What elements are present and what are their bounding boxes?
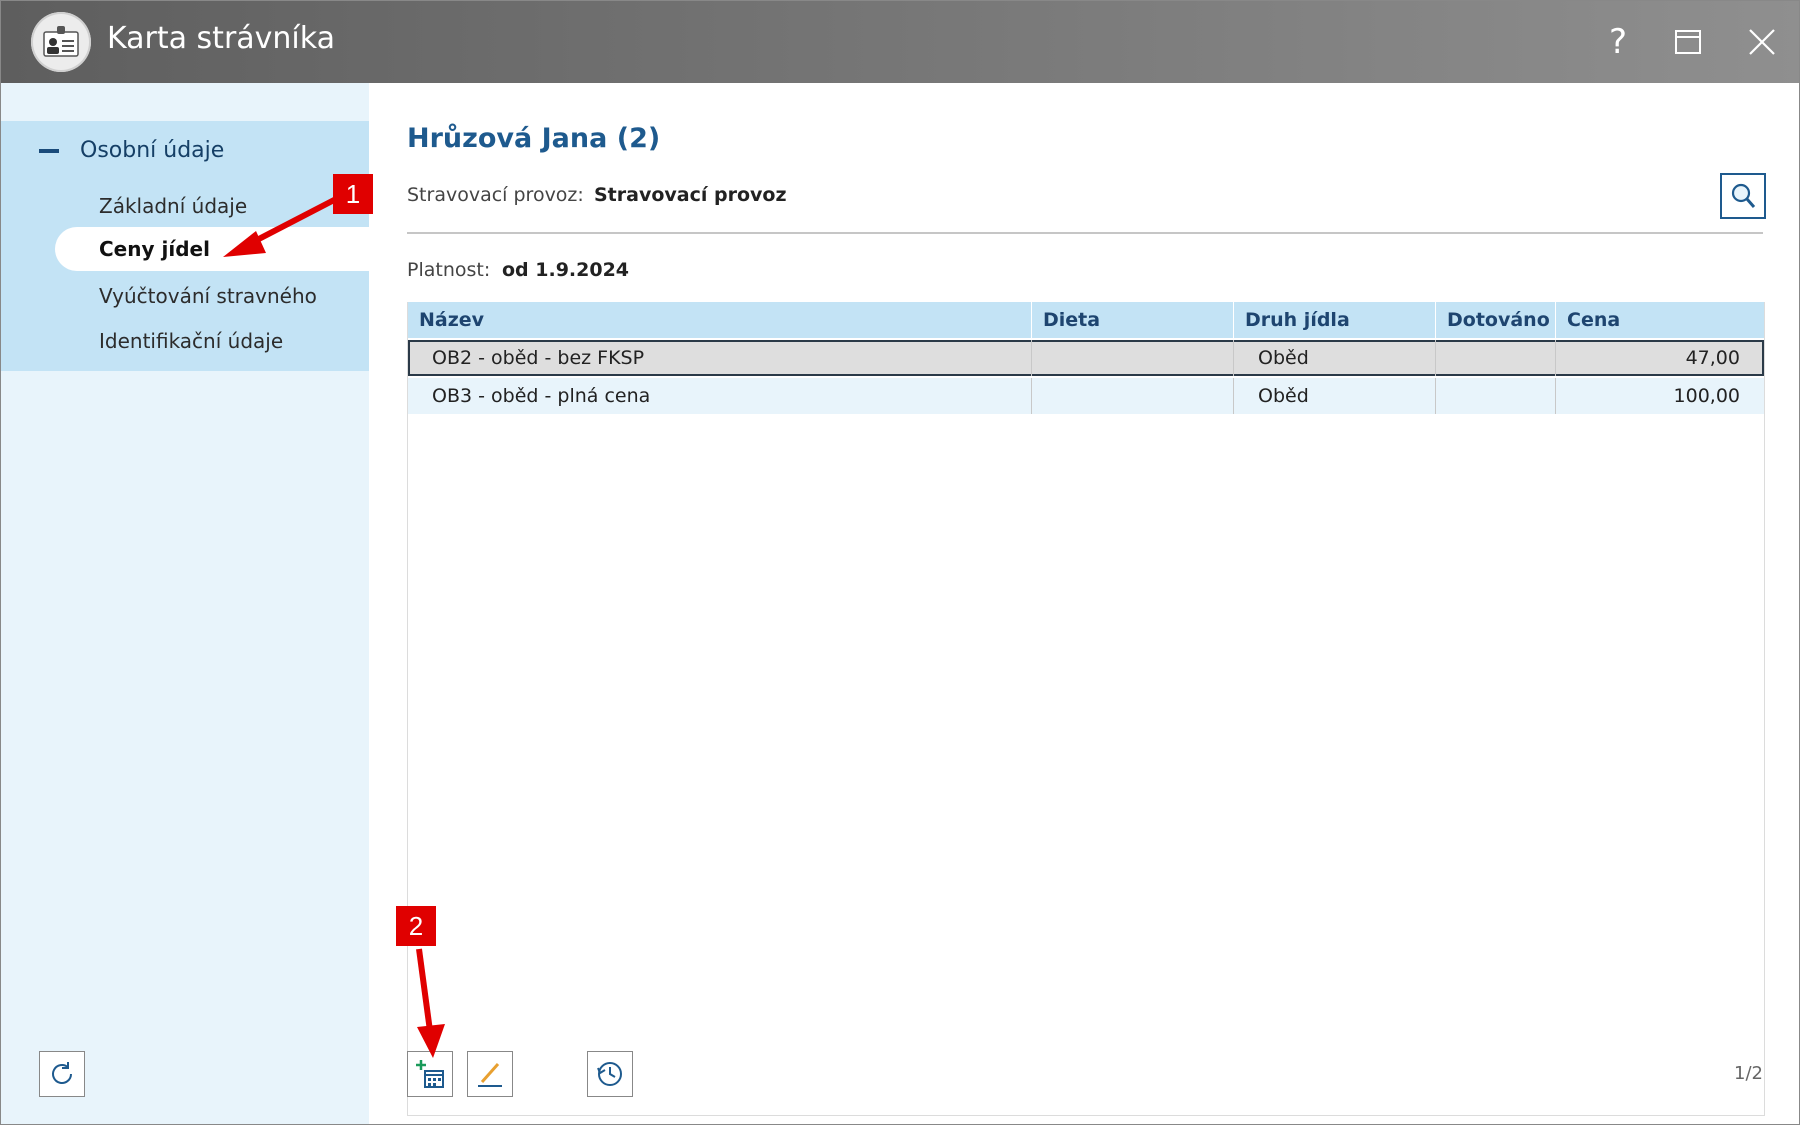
cell-cena: 47,00 bbox=[1685, 347, 1740, 369]
diner-card-icon bbox=[31, 12, 91, 72]
table-row[interactable]: OB2 - oběd - bez FKSP Oběd 47,00 bbox=[408, 340, 1764, 376]
divider bbox=[407, 232, 1763, 234]
edit-button[interactable] bbox=[467, 1051, 513, 1097]
table-header: Název Dieta Druh jídla Dotováno Cena bbox=[408, 302, 1764, 338]
cell-druh: Oběd bbox=[1258, 385, 1309, 407]
sidebar-item-zakladni-udaje[interactable]: Základní údaje bbox=[99, 194, 247, 218]
history-icon bbox=[597, 1062, 622, 1086]
column-header-dieta[interactable]: Dieta bbox=[1043, 309, 1100, 331]
maximize-button[interactable] bbox=[1663, 17, 1713, 67]
column-header-dotovano[interactable]: Dotováno bbox=[1447, 309, 1550, 331]
pencil-icon bbox=[478, 1063, 502, 1087]
cell-nazev: OB2 - oběd - bez FKSP bbox=[432, 347, 645, 369]
sidebar-group-title[interactable]: Osobní údaje bbox=[80, 138, 224, 163]
platnost-value: od 1.9.2024 bbox=[502, 259, 630, 281]
sidebar: Osobní údaje Základní údaje Ceny jídel V… bbox=[1, 83, 369, 1124]
sidebar-item-label: Ceny jídel bbox=[99, 237, 210, 261]
history-button[interactable] bbox=[587, 1051, 633, 1097]
add-price-button[interactable] bbox=[407, 1051, 453, 1097]
refresh-icon bbox=[52, 1062, 72, 1084]
sidebar-group-personal: Osobní údaje Základní údaje Ceny jídel V… bbox=[1, 121, 369, 371]
close-button[interactable] bbox=[1737, 17, 1787, 67]
refresh-button[interactable] bbox=[39, 1051, 85, 1097]
main-panel: Hrůzová Jana (2) Stravovací provoz: Stra… bbox=[369, 83, 1799, 1124]
platnost-label: Platnost: bbox=[407, 259, 491, 281]
annotation-badge-2: 2 bbox=[396, 906, 436, 946]
add-calendar-icon bbox=[416, 1060, 444, 1088]
annotation-badge-1: 1 bbox=[333, 174, 373, 214]
table-row[interactable]: OB3 - oběd - plná cena Oběd 100,00 bbox=[408, 378, 1764, 414]
cell-nazev: OB3 - oběd - plná cena bbox=[432, 385, 651, 407]
sidebar-item-identifikacni-udaje[interactable]: Identifikační údaje bbox=[99, 329, 283, 353]
cell-druh: Oběd bbox=[1258, 347, 1309, 369]
maximize-icon bbox=[1675, 30, 1701, 54]
meal-prices-table: Název Dieta Druh jídla Dotováno Cena OB2… bbox=[407, 302, 1765, 1116]
search-icon bbox=[1731, 183, 1756, 208]
collapse-icon[interactable] bbox=[39, 149, 59, 153]
provoz-label: Stravovací provoz: bbox=[407, 184, 584, 206]
page-indicator: 1/2 bbox=[1734, 1063, 1763, 1084]
close-icon bbox=[1749, 29, 1775, 55]
window-title: Karta strávníka bbox=[107, 21, 335, 56]
dialog-window: Karta strávníka ? Osobní údaje Základní … bbox=[0, 0, 1800, 1125]
search-button[interactable] bbox=[1720, 173, 1766, 219]
column-header-cena[interactable]: Cena bbox=[1567, 309, 1620, 331]
sidebar-item-ceny-jidel[interactable]: Ceny jídel bbox=[55, 227, 369, 271]
sidebar-item-vyuctovani[interactable]: Vyúčtování stravného bbox=[99, 284, 317, 308]
column-header-druh-jidla[interactable]: Druh jídla bbox=[1245, 309, 1350, 331]
column-header-nazev[interactable]: Název bbox=[419, 309, 484, 331]
help-button[interactable]: ? bbox=[1593, 17, 1643, 67]
cell-cena: 100,00 bbox=[1673, 385, 1740, 407]
provoz-value: Stravovací provoz bbox=[594, 184, 787, 206]
title-bar: Karta strávníka ? bbox=[1, 1, 1799, 83]
page-title: Hrůzová Jana (2) bbox=[407, 123, 661, 154]
